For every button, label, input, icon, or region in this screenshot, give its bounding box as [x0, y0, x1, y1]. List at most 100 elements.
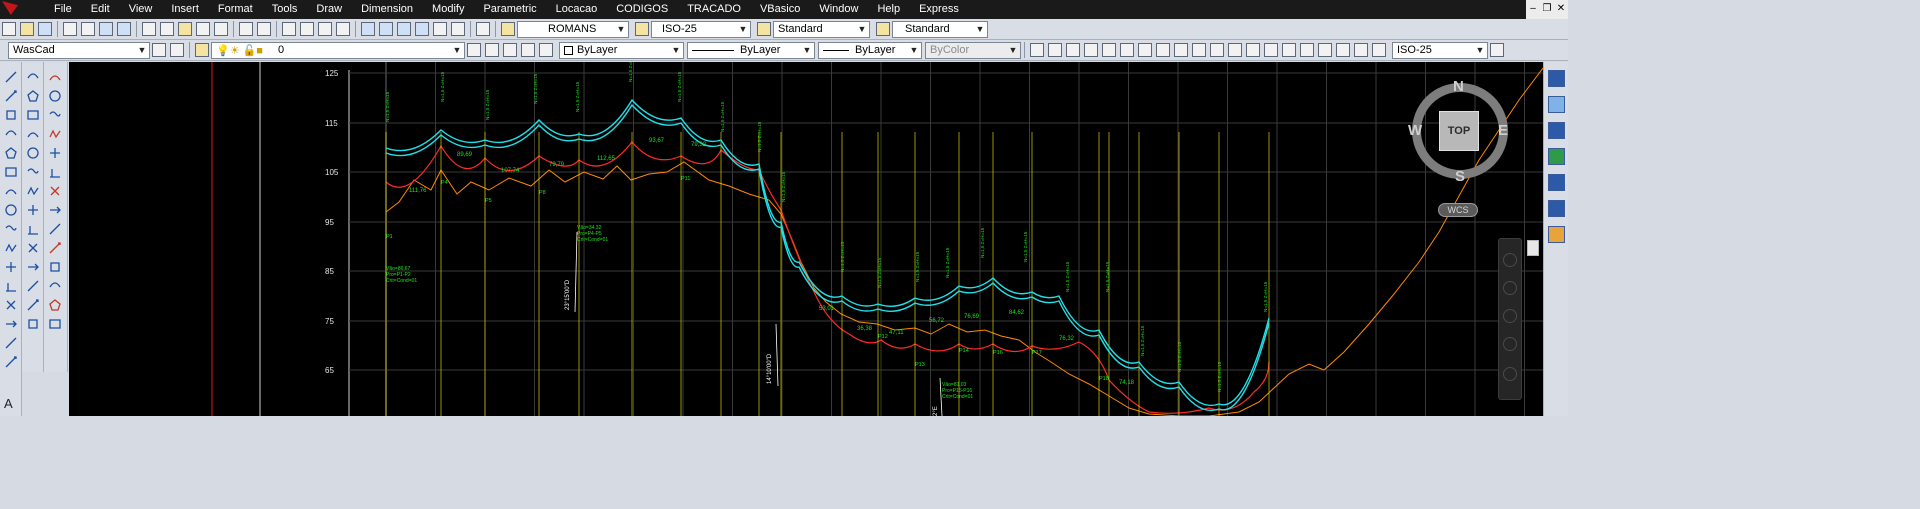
sheet-set-icon[interactable]: [415, 22, 429, 36]
menu-locacao[interactable]: Locacao: [546, 0, 607, 19]
menu-window[interactable]: Window: [809, 0, 867, 19]
color-dropdown[interactable]: ByLayer ▼: [559, 41, 684, 59]
menu-vbasico[interactable]: VBasico: [750, 0, 809, 19]
palette-tool-icon[interactable]: [26, 317, 40, 331]
orbit-icon[interactable]: [1503, 337, 1517, 351]
markup-icon[interactable]: [433, 22, 447, 36]
palette-tool-icon[interactable]: [48, 260, 62, 274]
palette-tool-icon[interactable]: [4, 260, 18, 274]
showmotion-icon[interactable]: [1503, 367, 1517, 381]
dim-edit-icon[interactable]: [1336, 43, 1350, 57]
palette-tool-icon[interactable]: [48, 127, 62, 141]
undo-icon[interactable]: [239, 22, 253, 36]
menu-modify[interactable]: Modify: [422, 0, 473, 19]
grid-tool-icon[interactable]: [1548, 200, 1565, 217]
palette-tool-icon[interactable]: [48, 241, 62, 255]
palette-tool-icon[interactable]: [4, 355, 18, 369]
menu-file[interactable]: File: [44, 0, 81, 19]
palette-tool-icon[interactable]: [26, 70, 40, 84]
menu-format[interactable]: Format: [208, 0, 262, 19]
palette-tool-icon[interactable]: [26, 127, 40, 141]
multileader-style-dropdown[interactable]: Standard ▼: [892, 20, 988, 38]
inspection-icon[interactable]: [1300, 43, 1314, 57]
menu-codigos[interactable]: CODIGOS: [606, 0, 677, 19]
palette-tool-icon[interactable]: [26, 165, 40, 179]
palette-tool-icon[interactable]: [4, 89, 18, 103]
design-center-icon[interactable]: [379, 22, 393, 36]
palette-tool-icon[interactable]: [26, 279, 40, 293]
properties-icon[interactable]: [361, 22, 375, 36]
zoom-window-icon[interactable]: [318, 22, 332, 36]
layer-walk-icon[interactable]: [539, 43, 553, 57]
palette-tool-icon[interactable]: [4, 241, 18, 255]
quickcalc-icon[interactable]: [451, 22, 465, 36]
menu-tracado[interactable]: TRACADO: [677, 0, 750, 19]
palette-tool-icon[interactable]: [4, 127, 18, 141]
qnew-icon[interactable]: [2, 22, 16, 36]
palette-tool-icon[interactable]: [4, 336, 18, 350]
palette-tool-icon[interactable]: [48, 89, 62, 103]
vbasico-tool-icon[interactable]: [1548, 70, 1565, 87]
dim-style-icon[interactable]: [635, 22, 649, 36]
palette-tool-icon[interactable]: [48, 279, 62, 293]
dim-style-dropdown-2[interactable]: ISO-25 ▼: [1392, 41, 1488, 59]
palette-tool-icon[interactable]: [48, 108, 62, 122]
ucs-menu-button[interactable]: WCS: [1438, 203, 1478, 217]
make-current-layer-icon[interactable]: [467, 43, 481, 57]
continue-dim-icon[interactable]: [1210, 43, 1224, 57]
compass-west[interactable]: W: [1408, 122, 1422, 139]
open-icon[interactable]: [20, 22, 34, 36]
viewcube-top-face[interactable]: TOP: [1439, 111, 1479, 151]
publish-icon[interactable]: [99, 22, 113, 36]
layer-previous-icon[interactable]: [485, 43, 499, 57]
workspace-settings-icon[interactable]: [152, 43, 166, 57]
menu-express[interactable]: Express: [909, 0, 968, 19]
dim-update-icon[interactable]: [1372, 43, 1386, 57]
palette-tool-icon[interactable]: [26, 89, 40, 103]
diameter-dim-icon[interactable]: [1138, 43, 1152, 57]
lineweight-dropdown[interactable]: ByLayer ▼: [818, 41, 922, 59]
radius-dim-icon[interactable]: [1102, 43, 1116, 57]
palette-tool-icon[interactable]: [4, 203, 18, 217]
table-style-dropdown[interactable]: Standard ▼: [773, 20, 870, 38]
palette-tool-icon[interactable]: [4, 108, 18, 122]
text-style-icon[interactable]: [501, 22, 515, 36]
table-style-icon[interactable]: [757, 22, 771, 36]
application-menu-icon[interactable]: [0, 0, 22, 19]
dim-break-icon[interactable]: [1246, 43, 1260, 57]
dim-text-edit-icon[interactable]: [1354, 43, 1368, 57]
linear-dim-icon[interactable]: [1030, 43, 1044, 57]
palette-tool-icon[interactable]: [4, 184, 18, 198]
ve-tool-icon[interactable]: [1548, 122, 1565, 139]
palette-tool-icon[interactable]: [26, 241, 40, 255]
compass-south[interactable]: S: [1455, 168, 1465, 185]
palette-tool-icon[interactable]: [4, 70, 18, 84]
tool-palettes-icon[interactable]: [397, 22, 411, 36]
compass-north[interactable]: N: [1453, 78, 1464, 95]
palette-tool-icon[interactable]: [48, 298, 62, 312]
help-icon[interactable]: [476, 22, 490, 36]
save-icon[interactable]: [38, 22, 52, 36]
layer-properties-icon[interactable]: [195, 43, 209, 57]
palette-tool-icon[interactable]: [4, 165, 18, 179]
restore-icon[interactable]: ❐: [1540, 0, 1554, 19]
plot-preview-icon[interactable]: [81, 22, 95, 36]
baseline-dim-icon[interactable]: [1192, 43, 1206, 57]
menu-draw[interactable]: Draw: [306, 0, 351, 19]
palette-tool-icon[interactable]: [48, 203, 62, 217]
palette-tool-icon[interactable]: [26, 146, 40, 160]
dim-style-dropdown[interactable]: ISO-25 ▼: [651, 20, 751, 38]
palette-tool-icon[interactable]: [4, 222, 18, 236]
palette-tool-icon[interactable]: [48, 317, 62, 331]
3d-dwf-icon[interactable]: [117, 22, 131, 36]
terrain-tool-icon[interactable]: [1548, 148, 1565, 165]
text-style-dropdown[interactable]: ROMANS ▼: [517, 20, 629, 38]
paste-icon[interactable]: [178, 22, 192, 36]
zoom-realtime-icon[interactable]: [300, 22, 314, 36]
multileader-style-icon[interactable]: [876, 22, 890, 36]
match-properties-icon[interactable]: [196, 22, 210, 36]
viewcube[interactable]: TOP N S W E: [1408, 78, 1512, 188]
menu-parametric[interactable]: Parametric: [473, 0, 545, 19]
menu-insert[interactable]: Insert: [161, 0, 208, 19]
block-editor-icon[interactable]: [214, 22, 228, 36]
